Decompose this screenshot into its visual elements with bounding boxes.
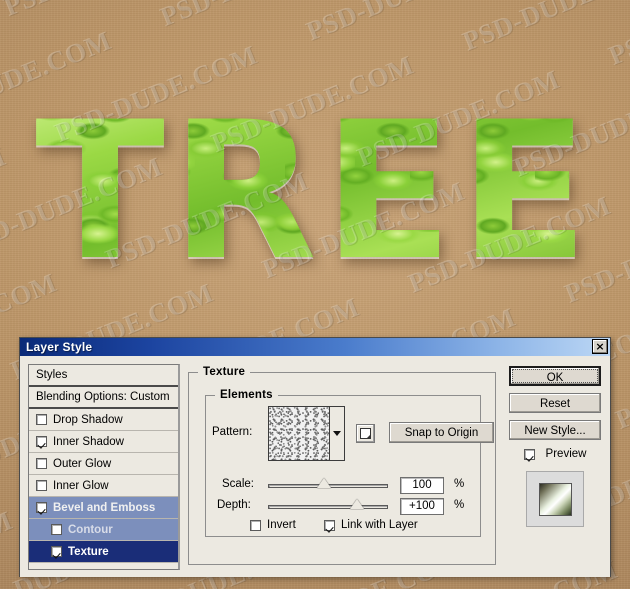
checkbox-inner-shadow[interactable] [36, 436, 47, 447]
preview-label: Preview [545, 448, 587, 460]
dialog-action-buttons: OK Reset New Style... Preview [506, 364, 604, 571]
tree-artwork: TREE [0, 92, 630, 292]
depth-label-text: Depth: [217, 499, 251, 511]
checkbox-inner-glow[interactable] [36, 480, 47, 491]
sidebar-item-contour[interactable]: Contour [29, 519, 178, 541]
sidebar-item-label: Drop Shadow [53, 413, 123, 426]
texture-settings-pane: Texture Elements Pattern: Snap to Origin [186, 364, 500, 571]
sidebar-item-label: Bevel and Emboss [53, 501, 156, 514]
sidebar-item-label: Contour [68, 523, 113, 536]
watermark-text: PSD-DUDE.COM [0, 0, 211, 22]
scale-value-field[interactable]: 100 [400, 477, 444, 494]
new-pattern-button[interactable] [356, 424, 375, 443]
texture-group-legend: Texture [198, 366, 251, 378]
close-glyph: × [595, 340, 605, 353]
sidebar-item-blending-options[interactable]: Blending Options: Custom [29, 387, 178, 409]
dialog-body: Styles Blending Options: Custom Drop Sha… [20, 356, 610, 577]
checkbox-link-with-layer[interactable] [324, 519, 335, 531]
sidebar-item-label: Inner Glow [53, 479, 109, 492]
sidebar-item-label: Texture [68, 545, 109, 558]
checkbox-outer-glow[interactable] [36, 458, 47, 469]
pattern-label: Pattern: [212, 426, 253, 438]
scale-unit-label: % [454, 478, 465, 490]
watermark-text: PSD-DUDE.COM [0, 0, 65, 8]
pattern-swatch[interactable] [268, 406, 330, 461]
sidebar-item-label: Outer Glow [53, 457, 112, 470]
link-with-layer-checkbox-row[interactable]: Link with Layer [324, 519, 418, 531]
elements-group: Elements Pattern: Snap to Origin Scale: [205, 389, 494, 537]
scale-label: Scale: [222, 478, 254, 490]
preview-thumbnail [526, 471, 584, 527]
sidebar-item-outer-glow[interactable]: Outer Glow [29, 453, 178, 475]
reset-button[interactable]: Reset [509, 393, 601, 413]
sidebar-item-drop-shadow[interactable]: Drop Shadow [29, 409, 178, 431]
tree-headline-text: TREE [35, 81, 595, 302]
pattern-label-row: Pattern: [212, 426, 252, 438]
preview-checkbox-row[interactable]: Preview [523, 448, 587, 460]
depth-slider[interactable] [268, 499, 388, 509]
checkbox-drop-shadow[interactable] [36, 414, 47, 425]
watermark-text: PSD-DUDE.COM [458, 0, 630, 57]
close-icon[interactable]: × [592, 339, 608, 354]
checkbox-texture[interactable] [51, 546, 62, 557]
scale-label-text: Scale: [222, 478, 254, 490]
checkbox-contour[interactable] [51, 524, 62, 535]
snap-to-origin-button[interactable]: Snap to Origin [389, 422, 494, 443]
new-style-button[interactable]: New Style... [509, 420, 601, 440]
depth-slider-thumb[interactable] [350, 499, 365, 509]
layer-style-dialog: Layer Style × Styles Blending Options: C… [19, 337, 611, 577]
checkbox-invert[interactable] [250, 519, 261, 531]
depth-label: Depth: [217, 499, 251, 511]
invert-checkbox-row[interactable]: Invert [250, 519, 296, 531]
watermark-text: PSD-DUDE.COM [156, 0, 367, 32]
sidebar-item-inner-glow[interactable]: Inner Glow [29, 475, 178, 497]
dialog-title: Layer Style [26, 340, 93, 354]
ok-button[interactable]: OK [509, 366, 601, 386]
texture-group: Texture Elements Pattern: Snap to Origin [188, 366, 496, 565]
sidebar-item-bevel-and-emboss[interactable]: Bevel and Emboss [29, 497, 178, 519]
link-with-layer-label: Link with Layer [341, 519, 418, 531]
dialog-titlebar[interactable]: Layer Style × [20, 338, 610, 356]
sidebar-item-label: Styles [36, 369, 68, 381]
sidebar-item-texture[interactable]: Texture [29, 541, 178, 563]
watermark-text: PSD-DUDE.COM [302, 0, 513, 47]
styles-list: Styles Blending Options: Custom Drop Sha… [28, 364, 180, 570]
photoshop-canvas: TREE PSD-DUDE.COM PSD-DUDE.COM PSD-DUDE.… [0, 0, 630, 589]
sidebar-item-label: Blending Options: Custom [36, 391, 170, 403]
checkbox-bevel-and-emboss[interactable] [36, 502, 47, 513]
preview-swatch [538, 482, 572, 516]
scale-slider[interactable] [268, 478, 388, 488]
depth-unit-label: % [454, 499, 465, 511]
depth-value-field[interactable]: +100 [400, 498, 444, 515]
checkbox-preview[interactable] [523, 448, 535, 460]
chevron-down-icon[interactable] [330, 406, 345, 461]
invert-label: Invert [267, 519, 296, 531]
scale-slider-thumb[interactable] [317, 478, 332, 488]
elements-group-legend: Elements [215, 389, 278, 401]
sidebar-item-label: Inner Shadow [53, 435, 124, 448]
watermark-text: PSD-DUDE.COM [604, 0, 630, 71]
watermark-text: PSD-DUDE.COM [611, 325, 630, 435]
watermark-text: PSD-DUDE.COM [0, 504, 17, 589]
sidebar-item-inner-shadow[interactable]: Inner Shadow [29, 431, 178, 453]
sidebar-item-styles[interactable]: Styles [29, 365, 178, 387]
